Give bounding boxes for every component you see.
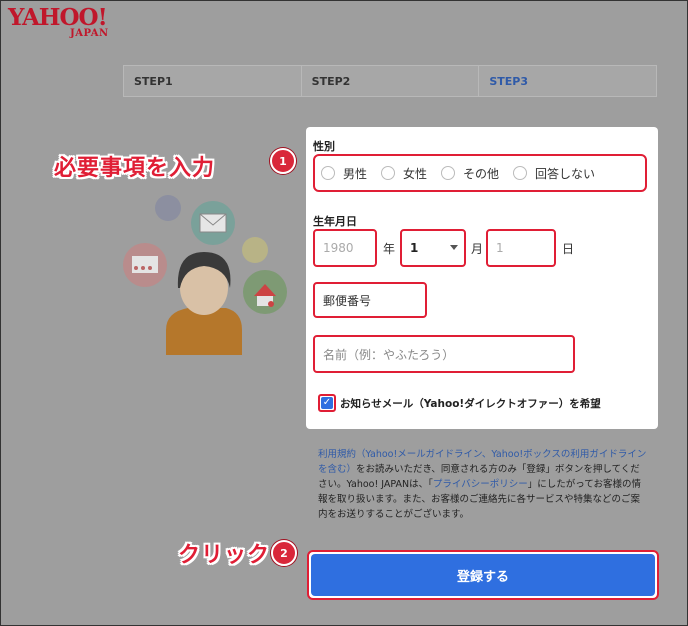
gender-label: 性別: [313, 140, 335, 153]
step-1: STEP1: [124, 66, 302, 96]
checkmark-icon: ✓: [321, 397, 333, 409]
annotation-badge-1: 1: [270, 148, 296, 174]
gender-option-no-answer[interactable]: 回答しない: [513, 165, 595, 182]
logo-sub: JAPAN: [70, 28, 109, 39]
logo-main: YAHOO!: [8, 4, 108, 31]
birth-month-value: 1: [410, 241, 419, 255]
day-unit: 日: [562, 242, 575, 256]
registration-form: 性別 男性 女性 その他 回答しない 生年月日 1980 年 1 月 1 日 郵…: [306, 127, 658, 429]
user-illustration: [123, 195, 287, 355]
birth-day-input[interactable]: 1: [486, 229, 556, 267]
annotation-click: クリック: [178, 543, 271, 568]
gender-option-label: 男性: [343, 166, 368, 181]
person-body: [166, 308, 242, 355]
gender-option-other[interactable]: その他: [441, 165, 499, 182]
bubble-yellow: [242, 237, 268, 263]
terms-notice: 利用規約（Yahoo!メールガイドライン、Yahoo!ボックスの利用ガイドライン…: [318, 447, 648, 522]
step-2: STEP2: [302, 66, 480, 96]
radio-circle-icon: [441, 166, 456, 180]
annotation-badge-2: 2: [271, 540, 297, 566]
year-unit: 年: [383, 242, 396, 256]
annotation-fill-required: 必要事項を入力: [54, 156, 216, 181]
month-unit: 月: [471, 242, 484, 256]
gender-option-label: 女性: [403, 166, 428, 181]
birth-month-select[interactable]: 1: [400, 229, 466, 267]
birthday-label: 生年月日: [313, 215, 357, 228]
name-input[interactable]: 名前（例：やふたろう）: [313, 335, 575, 373]
step-3: STEP3: [489, 75, 528, 88]
submit-highlight: 登録する: [307, 550, 659, 600]
yahoo-japan-logo[interactable]: YAHOO! JAPAN: [8, 4, 118, 40]
bubble-small: [155, 195, 181, 221]
postal-code-input[interactable]: 郵便番号: [313, 282, 427, 318]
gender-option-male[interactable]: 男性: [321, 165, 367, 182]
gender-option-label: 回答しない: [535, 166, 596, 181]
radio-circle-icon: [381, 166, 396, 180]
gender-option-female[interactable]: 女性: [381, 165, 427, 182]
newsletter-checkbox[interactable]: ✓: [318, 394, 336, 412]
gender-option-label: その他: [463, 166, 500, 181]
step-indicator: STEP1 STEP2 STEP3: [123, 65, 657, 97]
radio-circle-icon: [513, 166, 528, 180]
register-button[interactable]: 登録する: [311, 554, 655, 596]
radio-circle-icon: [321, 166, 335, 180]
gender-radio-group: 男性 女性 その他 回答しない: [313, 154, 647, 192]
privacy-policy-link[interactable]: プライバシーポリシー: [433, 479, 528, 490]
newsletter-option[interactable]: ✓ お知らせメール（Yahoo!ダイレクトオファー）を希望: [318, 394, 601, 412]
chevron-down-icon: [450, 245, 458, 250]
birth-year-input[interactable]: 1980: [313, 229, 377, 267]
newsletter-label: お知らせメール（Yahoo!ダイレクトオファー）を希望: [340, 397, 601, 410]
